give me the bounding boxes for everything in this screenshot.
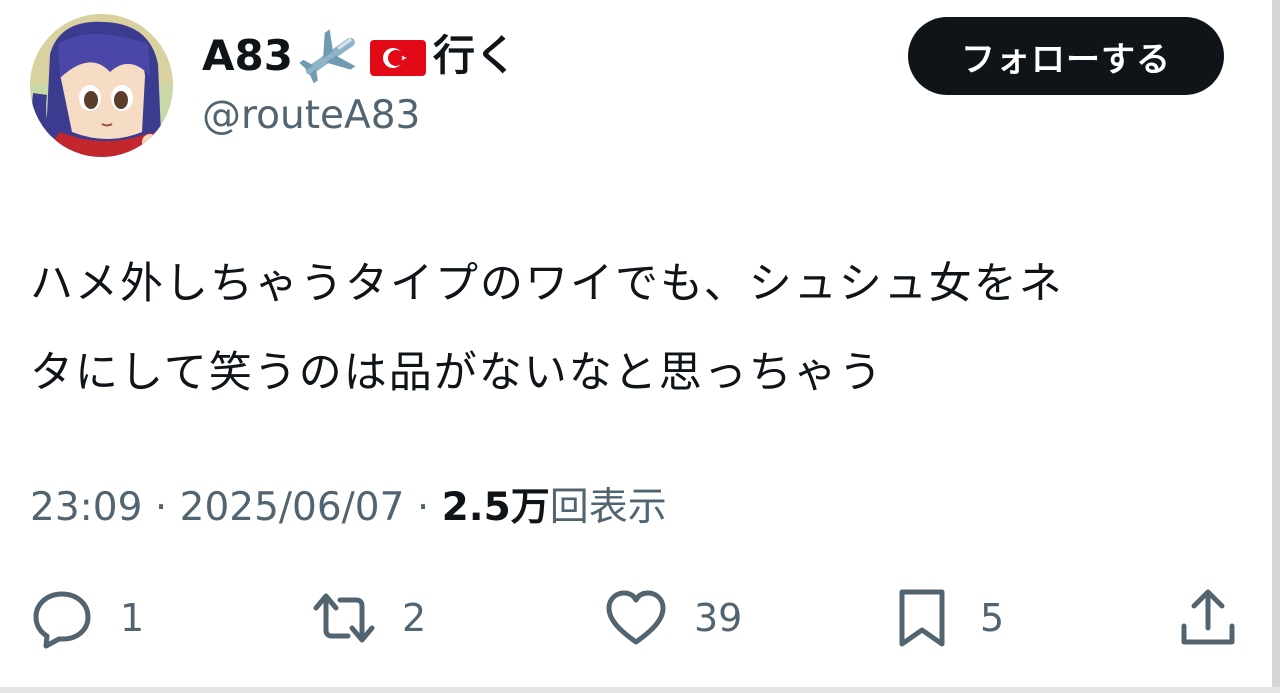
display-name[interactable]: A83 行く — [202, 28, 517, 84]
reply-button[interactable]: 1 — [30, 586, 144, 650]
airplane-icon — [297, 28, 363, 84]
views-label: 回表示 — [549, 485, 667, 530]
retweet-icon — [313, 593, 375, 643]
reply-count: 1 — [120, 596, 145, 640]
views-count: 2.5万 — [441, 485, 550, 530]
retweet-button[interactable]: 2 — [312, 586, 426, 650]
bookmark-count: 5 — [980, 596, 1005, 640]
bookmark-icon — [899, 589, 945, 647]
avatar[interactable] — [30, 14, 173, 157]
tweet-meta: 23:09 · 2025/06/07 · 2.5万回表示 — [30, 484, 667, 532]
bottom-divider — [0, 687, 1280, 693]
meta-separator: · — [154, 485, 168, 530]
tweet-text-line: タにして笑うのは品がないなと思っちゃう — [30, 348, 884, 398]
follow-button[interactable]: フォローする — [908, 17, 1224, 95]
scrollbar-edge — [1272, 0, 1280, 693]
meta-separator: · — [416, 485, 430, 530]
action-bar: 1 2 39 5 — [30, 586, 1242, 650]
reply-icon — [33, 591, 91, 649]
heart-icon — [606, 590, 666, 645]
avatar-image — [30, 14, 173, 157]
like-count: 39 — [694, 596, 743, 640]
user-handle[interactable]: @routeA83 — [202, 92, 420, 140]
share-button[interactable] — [1176, 586, 1240, 650]
turkey-flag-icon — [369, 36, 427, 76]
tweet-time[interactable]: 23:09 — [30, 485, 142, 530]
tweet-date[interactable]: 2025/06/07 — [180, 485, 405, 530]
like-button[interactable]: 39 — [604, 586, 742, 650]
bookmark-button[interactable]: 5 — [890, 586, 1004, 650]
display-name-suffix: 行く — [432, 31, 517, 80]
tweet-text: ハメ外しちゃうタイプのワイでも、シュシュ女をネ タにして笑うのは品がないなと思っ… — [30, 240, 1240, 418]
tweet-text-line: ハメ外しちゃうタイプのワイでも、シュシュ女をネ — [30, 259, 1064, 309]
display-name-text: A83 — [202, 31, 293, 80]
share-icon — [1181, 589, 1235, 645]
retweet-count: 2 — [402, 596, 427, 640]
